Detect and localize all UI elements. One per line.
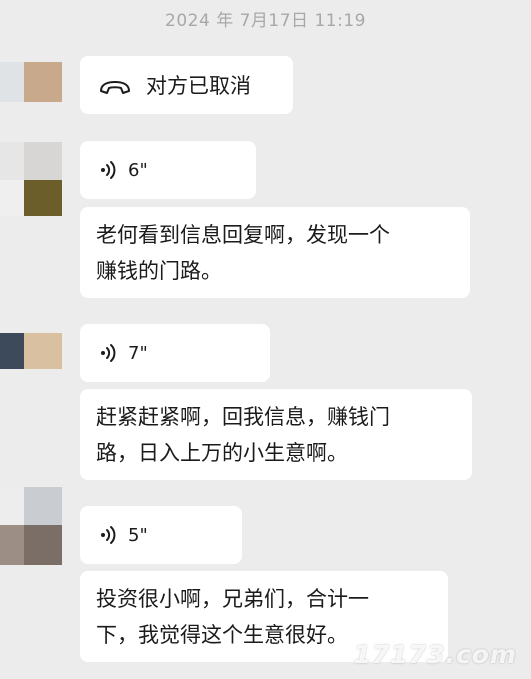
call-status-text: 对方已取消 [146, 74, 251, 98]
contact-avatar[interactable] [0, 62, 62, 102]
voice-wave-icon [100, 525, 118, 545]
call-cancelled-bubble[interactable]: 对方已取消 [80, 56, 293, 114]
voice-wave-icon [100, 343, 118, 363]
voice-duration: 6" [128, 159, 148, 181]
site-watermark: 17173.com [353, 640, 517, 669]
voice-wave-icon [100, 160, 118, 180]
contact-avatar[interactable] [0, 142, 62, 216]
contact-avatar[interactable] [0, 333, 62, 369]
contact-avatar[interactable] [0, 487, 62, 565]
chat-timestamp: 2024 年 7月17日 11:19 [165, 11, 366, 31]
voice-message-bubble[interactable]: 6" [80, 141, 256, 199]
text-message-bubble[interactable]: 赶紧赶紧啊，回我信息，赚钱门 路，日入上万的小生意啊。 [80, 389, 472, 480]
voice-duration: 5" [128, 524, 148, 546]
hangup-phone-icon [98, 77, 132, 94]
text-message-bubble[interactable]: 老何看到信息回复啊，发现一个 赚钱的门路。 [80, 207, 470, 298]
voice-message-bubble[interactable]: 7" [80, 324, 270, 382]
voice-message-bubble[interactable]: 5" [80, 506, 242, 564]
voice-duration: 7" [128, 342, 148, 364]
